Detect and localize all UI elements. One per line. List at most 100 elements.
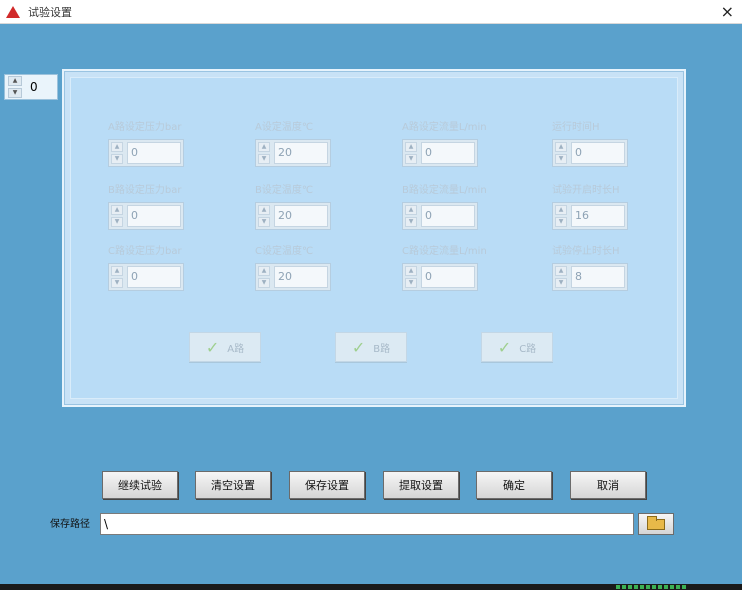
spin-up-icon[interactable]: ▲	[555, 266, 567, 276]
close-icon[interactable]: ×	[721, 2, 734, 21]
path-b-button[interactable]: ✓ B路	[335, 332, 407, 362]
settings-panel: A路设定压力bar ▲ ▼ 0 A设定温度℃ ▲ ▼ 20 A路设定流量L/min …	[62, 69, 686, 407]
spin-down-icon[interactable]: ▼	[111, 154, 123, 164]
field-b-temperature: B设定温度℃ ▲ ▼ 20	[255, 181, 331, 230]
field-value[interactable]: 20	[274, 266, 328, 288]
taskbar-strip	[0, 584, 742, 590]
status-indicator	[616, 585, 686, 589]
spin-down-icon[interactable]: ▼	[111, 217, 123, 227]
check-icon: ✓	[205, 337, 220, 357]
field-label: A路设定压力bar	[108, 122, 182, 133]
field-value[interactable]: 0	[127, 142, 181, 164]
field-a-pressure: A路设定压力bar ▲ ▼ 0	[108, 118, 184, 167]
field-label: B设定温度℃	[255, 185, 314, 196]
numeric-input[interactable]: ▲ ▼ 0	[552, 139, 628, 167]
field-label: C路设定流量L/min	[402, 246, 487, 257]
numeric-input[interactable]: ▲ ▼ 0	[108, 263, 184, 291]
spin-down-icon[interactable]: ▼	[258, 278, 270, 288]
cancel-button[interactable]: 取消	[570, 471, 646, 499]
window-title: 试验设置	[28, 5, 72, 19]
check-icon: ✓	[497, 337, 512, 357]
spin-down-icon[interactable]: ▼	[405, 217, 417, 227]
field-label: 运行时间H	[552, 122, 600, 133]
check-icon: ✓	[351, 337, 366, 357]
index-spinner[interactable]: ▲ ▼ 0	[4, 74, 58, 100]
field-test-off-duration: 试验停止时长H ▲ ▼ 8	[552, 242, 628, 291]
field-a-flow: A路设定流量L/min ▲ ▼ 0	[402, 118, 487, 167]
settings-panel-inner: A路设定压力bar ▲ ▼ 0 A设定温度℃ ▲ ▼ 20 A路设定流量L/min …	[70, 77, 678, 399]
field-value[interactable]: 0	[421, 266, 475, 288]
field-value[interactable]: 0	[421, 142, 475, 164]
numeric-input[interactable]: ▲ ▼ 0	[402, 202, 478, 230]
numeric-input[interactable]: ▲ ▼ 8	[552, 263, 628, 291]
path-c-label: C路	[519, 343, 537, 355]
spinner-arrows[interactable]: ▲ ▼	[8, 76, 22, 98]
save-path-label: 保存路径	[50, 519, 90, 530]
field-value[interactable]: 0	[421, 205, 475, 227]
field-c-temperature: C设定温度℃ ▲ ▼ 20	[255, 242, 331, 291]
spin-up-icon[interactable]: ▲	[258, 205, 270, 215]
spin-down-icon[interactable]: ▼	[258, 154, 270, 164]
numeric-input[interactable]: ▲ ▼ 20	[255, 139, 331, 167]
spin-down-icon[interactable]: ▼	[405, 154, 417, 164]
load-settings-button[interactable]: 提取设置	[383, 471, 459, 499]
folder-icon	[647, 515, 665, 530]
spin-up-icon[interactable]: ▲	[555, 205, 567, 215]
app-logo-icon	[6, 5, 20, 19]
spin-down-icon[interactable]: ▼	[555, 278, 567, 288]
field-value[interactable]: 20	[274, 205, 328, 227]
field-value[interactable]: 16	[571, 205, 625, 227]
ok-button[interactable]: 确定	[476, 471, 552, 499]
browse-folder-button[interactable]	[638, 513, 674, 535]
spin-down-icon[interactable]: ▼	[555, 217, 567, 227]
numeric-input[interactable]: ▲ ▼ 0	[108, 202, 184, 230]
numeric-input[interactable]: ▲ ▼ 0	[402, 139, 478, 167]
spin-up-icon[interactable]: ▲	[111, 205, 123, 215]
clear-settings-button[interactable]: 清空设置	[195, 471, 271, 499]
numeric-input[interactable]: ▲ ▼ 20	[255, 202, 331, 230]
numeric-input[interactable]: ▲ ▼ 0	[108, 139, 184, 167]
field-value[interactable]: 0	[127, 205, 181, 227]
numeric-input[interactable]: ▲ ▼ 20	[255, 263, 331, 291]
path-a-label: A路	[227, 343, 245, 355]
field-label: A设定温度℃	[255, 122, 314, 133]
path-b-label: B路	[373, 343, 391, 355]
field-test-on-duration: 试验开启时长H ▲ ▼ 16	[552, 181, 628, 230]
field-label: B路设定流量L/min	[402, 185, 487, 196]
spin-down-icon[interactable]: ▼	[8, 88, 22, 98]
field-value[interactable]: 0	[127, 266, 181, 288]
save-path-input[interactable]: \	[100, 513, 634, 535]
spin-down-icon[interactable]: ▼	[111, 278, 123, 288]
spin-down-icon[interactable]: ▼	[555, 154, 567, 164]
field-b-flow: B路设定流量L/min ▲ ▼ 0	[402, 181, 487, 230]
title-bar: 试验设置 ×	[0, 0, 742, 24]
spin-up-icon[interactable]: ▲	[405, 205, 417, 215]
field-value[interactable]: 20	[274, 142, 328, 164]
spin-down-icon[interactable]: ▼	[405, 278, 417, 288]
spin-up-icon[interactable]: ▲	[111, 142, 123, 152]
spin-up-icon[interactable]: ▲	[258, 142, 270, 152]
field-c-flow: C路设定流量L/min ▲ ▼ 0	[402, 242, 487, 291]
continue-test-button[interactable]: 继续试验	[102, 471, 178, 499]
field-b-pressure: B路设定压力bar ▲ ▼ 0	[108, 181, 184, 230]
path-a-button[interactable]: ✓ A路	[189, 332, 261, 362]
field-value[interactable]: 8	[571, 266, 625, 288]
spin-up-icon[interactable]: ▲	[555, 142, 567, 152]
field-a-temperature: A设定温度℃ ▲ ▼ 20	[255, 118, 331, 167]
numeric-input[interactable]: ▲ ▼ 16	[552, 202, 628, 230]
numeric-input[interactable]: ▲ ▼ 0	[402, 263, 478, 291]
spin-up-icon[interactable]: ▲	[111, 266, 123, 276]
field-label: B路设定压力bar	[108, 185, 182, 196]
spin-up-icon[interactable]: ▲	[258, 266, 270, 276]
field-label: C设定温度℃	[255, 246, 314, 257]
field-value[interactable]: 0	[571, 142, 625, 164]
spin-up-icon[interactable]: ▲	[405, 142, 417, 152]
field-label: C路设定压力bar	[108, 246, 182, 257]
spin-up-icon[interactable]: ▲	[405, 266, 417, 276]
index-value[interactable]: 0	[30, 80, 38, 94]
spin-down-icon[interactable]: ▼	[258, 217, 270, 227]
spin-up-icon[interactable]: ▲	[8, 76, 22, 86]
save-settings-button[interactable]: 保存设置	[289, 471, 365, 499]
path-c-button[interactable]: ✓ C路	[481, 332, 553, 362]
field-c-pressure: C路设定压力bar ▲ ▼ 0	[108, 242, 184, 291]
